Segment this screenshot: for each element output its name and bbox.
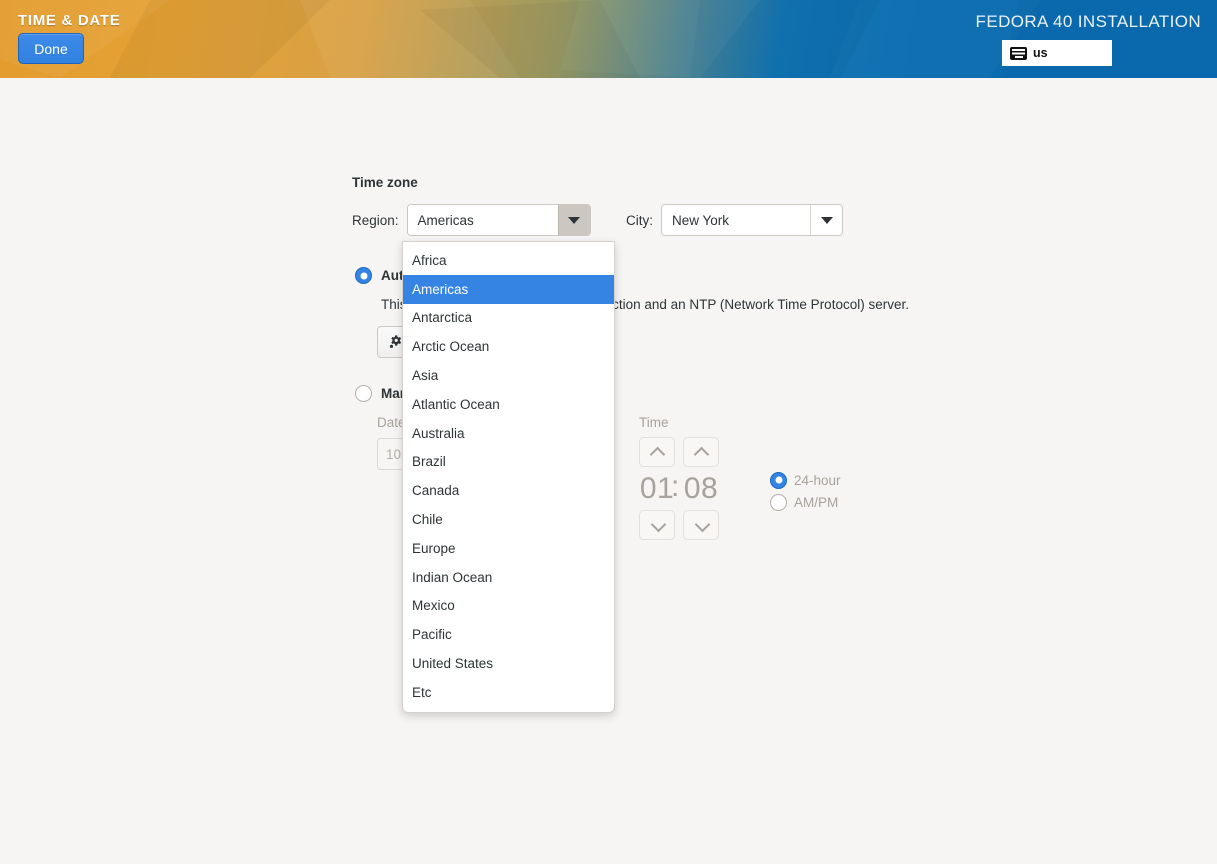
keyboard-layout-indicator[interactable]: us <box>1002 40 1112 66</box>
region-option[interactable]: Asia <box>403 361 614 390</box>
region-option[interactable]: Pacific <box>403 620 614 649</box>
region-label: Region: <box>352 212 399 228</box>
region-dropdown-list[interactable]: Africa Americas Antarctica Arctic Ocean Asia… <box>402 241 615 713</box>
region-option[interactable]: Americas <box>403 274 614 304</box>
minute-value[interactable]: 08 <box>684 467 718 510</box>
gear-icon <box>389 334 401 348</box>
chevron-down-icon <box>820 216 833 224</box>
chevron-up-icon <box>651 448 664 456</box>
installer-header: TIME & DATE Done FEDORA 40 INSTALLATION … <box>0 0 1217 78</box>
time-format-24hour-radio[interactable] <box>770 471 787 489</box>
hour-spinner: 01 <box>639 437 675 540</box>
hour-increment-button[interactable] <box>639 437 675 467</box>
region-option[interactable]: United States <box>403 649 614 678</box>
time-format-ampm-radio[interactable] <box>770 493 787 511</box>
chevron-down-icon <box>568 216 581 224</box>
region-option[interactable]: Antarctica <box>403 304 614 333</box>
done-button-label: Done <box>34 40 68 57</box>
region-option[interactable]: Mexico <box>403 592 614 621</box>
city-dropdown-button[interactable] <box>810 205 842 235</box>
date-month-value: 10 <box>386 446 402 462</box>
chevron-up-icon <box>695 448 708 456</box>
city-label: City: <box>626 212 653 228</box>
time-format-24hour-label: 24-hour <box>794 472 841 488</box>
page-title: TIME & DATE <box>18 12 121 29</box>
region-option[interactable]: Indian Ocean <box>403 563 614 592</box>
region-value: Americas <box>407 205 558 235</box>
region-option[interactable]: Atlantic Ocean <box>403 390 614 419</box>
installation-title: FEDORA 40 INSTALLATION <box>975 12 1201 31</box>
minute-increment-button[interactable] <box>683 437 719 467</box>
region-option[interactable]: Etc <box>403 678 614 707</box>
keyboard-layout-label: us <box>1033 46 1048 60</box>
region-option[interactable]: Australia <box>403 419 614 448</box>
time-format-24hour-row[interactable]: 24-hour <box>770 469 841 491</box>
time-format-ampm-row[interactable]: AM/PM <box>770 491 841 513</box>
hour-value[interactable]: 01 <box>640 467 674 510</box>
timezone-section-title: Time zone <box>352 175 418 190</box>
automatic-datetime-radio[interactable] <box>355 267 372 284</box>
main-content: Time zone Region: Americas City: New Yor… <box>0 78 1217 864</box>
minute-decrement-button[interactable] <box>683 510 719 540</box>
keyboard-icon <box>1010 46 1027 60</box>
region-option[interactable]: Brazil <box>403 448 614 477</box>
city-value: New York <box>662 205 810 235</box>
time-separator: : <box>671 470 680 503</box>
region-row: Region: Americas <box>352 204 591 236</box>
region-option[interactable]: Canada <box>403 476 614 505</box>
region-dropdown-button[interactable] <box>557 205 590 235</box>
region-option[interactable]: Chile <box>403 505 614 534</box>
time-format-group: 24-hour AM/PM <box>770 469 841 513</box>
time-format-ampm-label: AM/PM <box>794 494 839 510</box>
region-combobox[interactable]: Americas <box>406 204 591 236</box>
done-button[interactable]: Done <box>18 33 84 64</box>
city-row: City: New York <box>626 204 843 236</box>
region-option[interactable]: Europe <box>403 534 614 563</box>
region-option[interactable]: Africa <box>403 246 614 275</box>
city-combobox[interactable]: New York <box>661 204 843 236</box>
manual-datetime-radio[interactable] <box>355 385 372 402</box>
time-label: Time <box>639 415 669 430</box>
chevron-down-icon <box>695 521 708 529</box>
minute-spinner: 08 <box>683 437 719 540</box>
chevron-down-icon <box>651 521 664 529</box>
hour-decrement-button[interactable] <box>639 510 675 540</box>
region-option[interactable]: Arctic Ocean <box>403 332 614 361</box>
